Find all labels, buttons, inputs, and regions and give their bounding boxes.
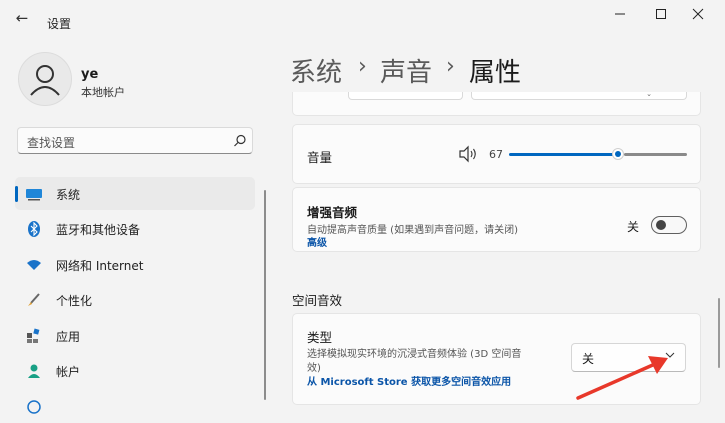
slider-thumb[interactable] xyxy=(612,148,624,160)
monitor-icon xyxy=(26,189,42,201)
title-bar: ← 设置 xyxy=(0,0,725,34)
volume-label: 音量 xyxy=(307,150,333,165)
avatar[interactable] xyxy=(18,52,72,106)
sidebar-item-system[interactable]: 系统 xyxy=(15,177,255,210)
sidebar-item-apps[interactable]: 应用 xyxy=(15,319,255,352)
person-icon xyxy=(30,65,60,96)
spatial-description-line1: 选择模拟现实环境的沉浸式音频体验 (3D 空间音 xyxy=(307,349,522,360)
search-icon xyxy=(234,134,246,147)
toggle-state-label: 关 xyxy=(627,220,640,234)
sidebar-item-network[interactable]: 网络和 Internet xyxy=(15,248,255,281)
slider-filled-track xyxy=(509,153,614,156)
user-name: ye xyxy=(81,67,99,82)
slider-track xyxy=(624,153,687,156)
close-button[interactable] xyxy=(678,6,718,28)
breadcrumb-separator: › xyxy=(446,54,455,79)
breadcrumb-item-properties: 属性 xyxy=(469,58,522,88)
sidebar-item-label: 系统 xyxy=(56,188,81,202)
sidebar-item-label: 帐户 xyxy=(56,365,81,379)
sidebar-item-label: 应用 xyxy=(56,330,81,344)
volume-card: 音量 67 xyxy=(292,124,701,184)
bluetooth-icon xyxy=(28,221,40,237)
enhance-audio-description: 自动提高声音质量 (如果遇到声音问题，请关闭) xyxy=(307,225,518,236)
sidebar-item-personalization[interactable]: 个性化 xyxy=(15,283,255,316)
spatial-description-line2: 效) xyxy=(307,363,321,374)
app-title: 设置 xyxy=(47,17,72,31)
chevron-down-icon: ⌄ xyxy=(646,90,652,98)
section-title-spatial-sound: 空间音效 xyxy=(292,293,343,308)
volume-value: 67 xyxy=(489,148,503,161)
content-scrollbar[interactable] xyxy=(718,298,720,368)
sidebar-item-bluetooth[interactable]: 蓝牙和其他设备 xyxy=(15,212,255,245)
spatial-type-title: 类型 xyxy=(307,330,333,345)
sidebar-item-accounts[interactable]: 帐户 xyxy=(15,354,255,387)
minimize-icon xyxy=(615,13,625,15)
format-card: ⌄ xyxy=(292,90,701,116)
selection-indicator xyxy=(15,186,18,202)
toggle-knob xyxy=(656,220,666,230)
back-arrow-icon: ← xyxy=(15,9,29,27)
clock-icon xyxy=(27,400,41,414)
sidebar-item-label: 个性化 xyxy=(56,294,93,308)
person-icon xyxy=(28,364,40,378)
microsoft-store-link[interactable]: 从 Microsoft Store 获取更多空间音效应用 xyxy=(307,373,511,388)
breadcrumb-item-sound[interactable]: 声音 xyxy=(380,52,432,89)
brush-icon xyxy=(28,293,40,306)
breadcrumb-separator: › xyxy=(358,54,367,79)
breadcrumb-item-system[interactable]: 系统 xyxy=(290,52,342,89)
volume-slider[interactable] xyxy=(509,147,687,161)
format-dropdown-right[interactable]: ⌄ xyxy=(471,90,687,100)
advanced-link[interactable]: 高级 xyxy=(307,234,327,249)
minimize-button[interactable] xyxy=(600,6,640,28)
sidebar-item-partial[interactable] xyxy=(15,390,255,423)
speaker-icon[interactable] xyxy=(458,145,480,163)
back-button[interactable]: ← xyxy=(10,8,34,28)
maximize-icon xyxy=(656,9,666,19)
apps-icon xyxy=(27,328,40,343)
search-placeholder: 查找设置 xyxy=(27,136,76,150)
close-icon xyxy=(692,8,704,20)
enhance-audio-card: 增强音频 自动提高声音质量 (如果遇到声音问题，请关闭) 高级 关 xyxy=(292,187,701,252)
sidebar-item-label: 网络和 Internet xyxy=(56,259,144,273)
wifi-icon xyxy=(27,260,41,270)
maximize-button[interactable] xyxy=(641,6,681,28)
sidebar-item-label: 蓝牙和其他设备 xyxy=(56,223,141,237)
account-type: 本地帐户 xyxy=(81,86,125,99)
enhance-audio-toggle[interactable] xyxy=(651,216,687,234)
search-input[interactable]: 查找设置 xyxy=(17,127,253,154)
sidebar-scrollbar[interactable] xyxy=(264,190,266,400)
format-dropdown-left[interactable] xyxy=(348,92,463,100)
annotation-arrow-icon xyxy=(576,356,668,400)
enhance-audio-title: 增强音频 xyxy=(307,205,358,220)
